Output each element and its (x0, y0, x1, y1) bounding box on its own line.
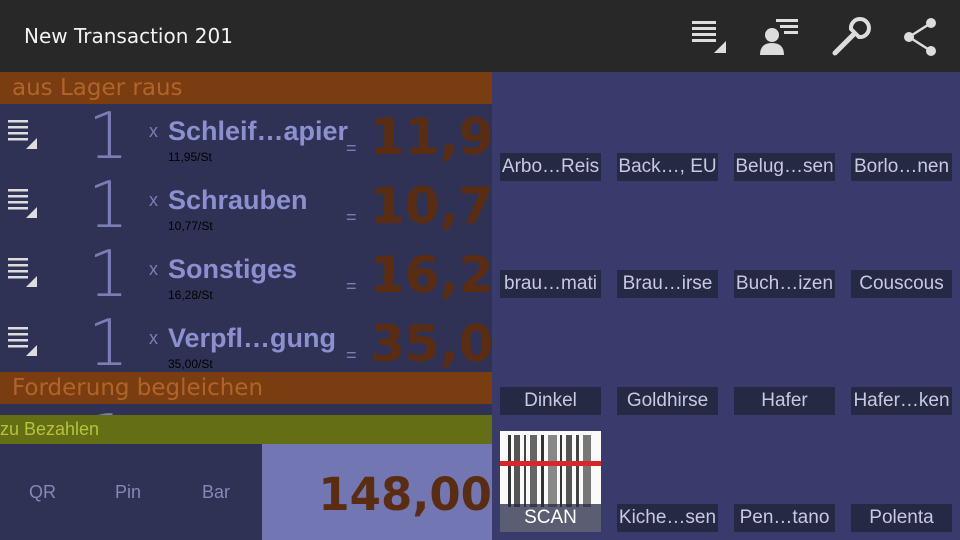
wrench-icon[interactable] (828, 14, 874, 60)
line-item-quantity[interactable]: 1 (88, 238, 129, 312)
multiply-sign: x (149, 259, 158, 279)
product-tile[interactable]: Polenta (851, 504, 952, 532)
product-tile[interactable]: brau…mati (500, 270, 601, 298)
payment-methods: QR Pin Bar (0, 444, 262, 540)
product-tile[interactable]: Borlo…nen (851, 153, 952, 181)
scan-label: SCAN (500, 504, 601, 532)
transaction-panel: aus Lager raus 1 x Schleif…apier 11,95/S… (0, 72, 492, 540)
withdraw-section-header: aus Lager raus (0, 72, 492, 104)
product-tile[interactable]: Hafer…ken (851, 387, 952, 415)
line-item-unit-price: 10,77/St (168, 219, 213, 233)
payment-header: zu Bezahlen (0, 415, 492, 444)
line-item-total: 10,77 (370, 177, 492, 235)
product-tile[interactable]: Pen…tano (734, 504, 835, 532)
line-item-unit-price: 35,00/St (168, 357, 213, 371)
multiply-sign: x (149, 121, 158, 141)
line-item[interactable]: 1 x Schrauben 10,77/St = 10,77 (0, 169, 492, 243)
product-tile[interactable]: Buch…izen (734, 270, 835, 298)
equals-sign: = (346, 276, 357, 296)
list-menu-icon[interactable] (685, 14, 731, 60)
share-icon[interactable] (898, 14, 944, 60)
product-tile[interactable]: Couscous (851, 270, 952, 298)
line-item-quantity[interactable]: 1 (88, 100, 129, 174)
multiply-sign: x (149, 190, 158, 210)
line-item-unit-price: 11,95/St (168, 150, 212, 164)
line-item-quantity[interactable]: 1 (88, 307, 129, 381)
line-item[interactable]: 1 x Sonstiges 16,28/St = 16,28 (0, 238, 492, 312)
action-bar: New Transaction 201 (0, 0, 960, 72)
scan-barcode-button[interactable]: SCAN (500, 431, 601, 532)
line-item-total: 16,28 (370, 246, 492, 304)
equals-sign: = (346, 207, 357, 227)
line-item-unit-price: 16,28/St (168, 288, 213, 302)
pay-cash-button[interactable]: Bar (202, 482, 230, 503)
line-item-menu-icon[interactable] (6, 187, 38, 219)
product-tile[interactable]: Hafer (734, 387, 835, 415)
transaction-title: New Transaction 201 (24, 24, 233, 48)
line-item[interactable]: 1 x Verpfl…gung 35,00/St = 35,00 (0, 307, 492, 381)
line-item-name: Schrauben (168, 185, 308, 215)
product-tile[interactable]: Arbo…Reis (500, 153, 601, 181)
product-tile[interactable]: Belug…sen (734, 153, 835, 181)
line-item-menu-icon[interactable] (6, 118, 38, 150)
line-item-quantity[interactable]: 1 (88, 169, 129, 243)
settle-section-header: Forderung begleichen (0, 372, 492, 404)
product-grid: Arbo…Reis Back…, EU Belug…sen Borlo…nen … (492, 72, 960, 540)
line-item[interactable]: 1 x Schleif…apier 11,95/St = 11,95 (0, 100, 492, 174)
multiply-sign: x (149, 328, 158, 348)
line-item-name: Sonstiges (168, 254, 298, 284)
line-item-name: Schleif…apier (168, 116, 349, 146)
equals-sign: = (346, 345, 357, 365)
total-amount-box[interactable]: 148,00 (262, 444, 492, 540)
total-amount: 148,00 (318, 468, 492, 521)
pay-qr-button[interactable]: QR (29, 482, 56, 503)
product-tile[interactable]: Dinkel (500, 387, 601, 415)
product-tile[interactable]: Kiche…sen (617, 504, 718, 532)
line-item-menu-icon[interactable] (6, 256, 38, 288)
line-item-total: 35,00 (370, 315, 492, 373)
equals-sign: = (346, 138, 357, 158)
line-item-menu-icon[interactable] (6, 325, 38, 357)
pay-pin-button[interactable]: Pin (115, 482, 141, 503)
product-tile[interactable]: Brau…irse (617, 270, 718, 298)
line-item-total: 11,95 (370, 108, 492, 166)
product-tile[interactable]: Goldhirse (617, 387, 718, 415)
product-tile[interactable]: Back…, EU (617, 153, 718, 181)
line-item-name: Verpfl…gung (168, 323, 336, 353)
customer-icon[interactable] (755, 14, 801, 60)
